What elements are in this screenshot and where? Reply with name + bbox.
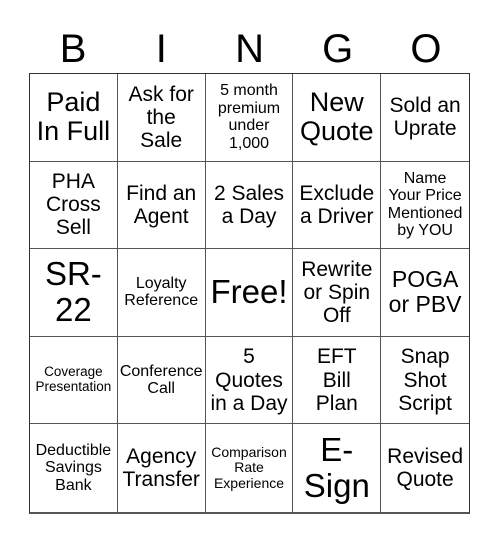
bingo-cell-text: Agency Transfer — [122, 445, 200, 492]
bingo-cell[interactable]: PHA Cross Sell — [30, 161, 118, 250]
bingo-cell[interactable]: Agency Transfer — [118, 424, 206, 512]
bingo-cell[interactable]: EFT Bill Plan — [293, 336, 382, 425]
bingo-cell[interactable]: Conference Call — [117, 336, 206, 425]
bingo-cell[interactable]: Deductible Savings Bank — [30, 424, 118, 512]
bingo-cell-text: Loyalty Reference — [124, 274, 199, 310]
bingo-cell[interactable]: 5 Quotes in a Day — [205, 336, 294, 425]
bingo-cell[interactable]: SR- 22 — [30, 249, 118, 337]
bingo-cell[interactable]: Free! — [205, 249, 294, 337]
bingo-cell-text: 5 Quotes in a Day — [210, 345, 288, 415]
bingo-cell[interactable]: Revised Quote — [381, 424, 469, 512]
bingo-cell[interactable]: Name Your Price Mentioned by YOU — [381, 162, 469, 250]
bingo-cell-text: Rewrite or Spin Off — [301, 257, 373, 328]
bingo-cell-text: 2 Sales a Day — [213, 181, 285, 228]
bingo-cell[interactable]: Coverage Presentation — [30, 336, 118, 425]
bingo-cell[interactable]: Snap Shot Script — [381, 337, 469, 425]
bingo-cell-text: Exclude a Driver — [299, 181, 375, 228]
bingo-cell-text: SR- 22 — [44, 255, 102, 329]
bingo-cell[interactable]: Sold an Uprate — [381, 74, 469, 162]
bingo-cell[interactable]: Loyalty Reference — [117, 249, 206, 337]
bingo-cell-text: Coverage Presentation — [35, 364, 112, 395]
header-letter-n: N — [235, 27, 264, 71]
bingo-cell-text: EFT Bill Plan — [315, 345, 358, 415]
header-letter-b: B — [59, 27, 87, 71]
bingo-cell[interactable]: Rewrite or Spin Off — [293, 249, 382, 337]
bingo-cell[interactable]: Exclude a Driver — [293, 161, 382, 250]
header-letter-i: I — [155, 27, 167, 71]
bingo-cell-text: Revised Quote — [387, 445, 464, 492]
bingo-cell-text: Sold an Uprate — [389, 94, 461, 141]
bingo-cell[interactable]: Find an Agent — [117, 161, 206, 250]
bingo-cell[interactable]: POGA or PBV — [381, 249, 469, 337]
header-letter-g: G — [322, 27, 354, 71]
bingo-cell[interactable]: New Quote — [293, 74, 382, 162]
bingo-cell-text: PHA Cross Sell — [45, 170, 101, 240]
bingo-cell-text: Snap Shot Script — [398, 345, 452, 415]
bingo-header: B I N G O — [29, 26, 470, 72]
bingo-cell-text: 5 month premium under 1,000 — [217, 82, 281, 152]
bingo-grid: Paid In Full Ask for the Sale 5 month prem… — [29, 73, 470, 514]
bingo-cell-text: Deductible Savings Bank — [35, 441, 112, 494]
header-letter-o: O — [410, 27, 442, 71]
bingo-cell[interactable]: 5 month premium under 1,000 — [205, 74, 294, 162]
bingo-cell-text: Name Your Price Mentioned by YOU — [387, 169, 463, 240]
bingo-cell-text: Comparison Rate Experience — [211, 444, 287, 491]
bingo-cell-text: Paid In Full — [36, 86, 111, 147]
bingo-cell-text: Conference Call — [119, 362, 203, 398]
bingo-cell-text: New Quote — [300, 86, 374, 147]
bingo-cell[interactable]: Ask for the Sale — [117, 74, 206, 162]
bingo-cell-text: E- Sign — [303, 430, 370, 505]
bingo-cell-text: Free! — [210, 273, 288, 311]
bingo-cell[interactable]: Paid In Full — [30, 74, 118, 162]
bingo-cell-text: Ask for the Sale — [128, 82, 194, 152]
bingo-cell[interactable]: Comparison Rate Experience — [206, 424, 294, 512]
bingo-cell-text: POGA or PBV — [388, 266, 462, 318]
bingo-cell[interactable]: E- Sign — [293, 424, 382, 512]
bingo-cell[interactable]: 2 Sales a Day — [205, 161, 294, 250]
bingo-cell-text: Find an Agent — [126, 181, 197, 228]
